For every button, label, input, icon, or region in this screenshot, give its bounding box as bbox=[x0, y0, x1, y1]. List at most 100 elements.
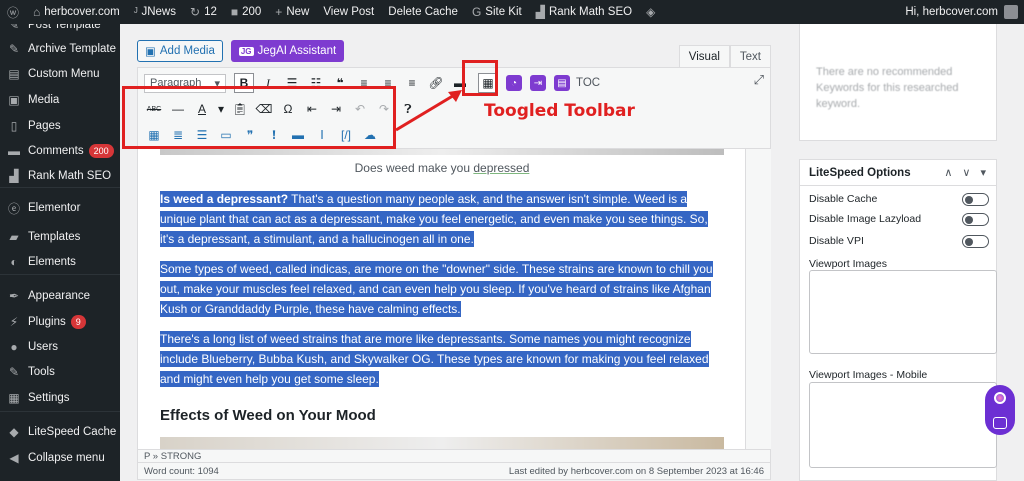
litespeed-panel-header[interactable]: LiteSpeed Options ∧ ∨ ▾ bbox=[800, 160, 996, 186]
caption-link[interactable]: depressed bbox=[473, 161, 529, 175]
count-badge: 200 bbox=[88, 144, 114, 158]
jegai-assistant-button[interactable]: JG JegAI Assistant bbox=[230, 40, 345, 62]
sidebar-item-settings[interactable]: ▦ Settings bbox=[0, 386, 120, 410]
rank-math-link[interactable]: ▟ Rank Math SEO bbox=[529, 0, 639, 24]
keywords-panel: There are no recommended Keywords for th… bbox=[799, 24, 997, 141]
sidebar-item-label: Rank Math SEO bbox=[28, 170, 112, 182]
media-icon: ▣ bbox=[145, 46, 156, 58]
greeting[interactable]: Hi, herbcover.com bbox=[905, 6, 998, 18]
admin-bar: ⓦ ⌂ herbcover.com ᴶ JNews ↻ 12 ■ 200 + New Vi… bbox=[0, 0, 1024, 24]
sidebar-item-post-template[interactable]: ✎ Post Template bbox=[0, 24, 120, 37]
sidebar-item-label: Users bbox=[28, 341, 59, 353]
site-name-link[interactable]: ⌂ herbcover.com bbox=[26, 0, 127, 24]
sidebar-item-elements[interactable]: ◐ Elements bbox=[0, 250, 120, 274]
word-count: Word count: 1094 bbox=[144, 465, 219, 477]
paragraph-1: Is weed a depressant? That's a question … bbox=[160, 191, 708, 247]
editor-scroll-gutter[interactable] bbox=[745, 149, 771, 449]
disable-lazyload-toggle[interactable] bbox=[962, 212, 989, 226]
sidebar-item-custom-menu[interactable]: ▤ Custom Menu bbox=[0, 62, 120, 86]
editor-content[interactable]: Does weed make you depressed Is weed a d… bbox=[137, 149, 745, 449]
jnews-icon: ᴶ bbox=[133, 5, 138, 19]
tool-icon: ✎ bbox=[8, 365, 20, 379]
diamond-link[interactable]: ◈ bbox=[639, 0, 662, 24]
jnews-link[interactable]: ᴶ JNews bbox=[127, 0, 183, 24]
media-icon: ▣ bbox=[8, 93, 20, 107]
terminal-icon: ▤ bbox=[557, 77, 567, 89]
chevron-down-icon[interactable]: ∨ bbox=[962, 166, 970, 179]
refresh-icon: ↻ bbox=[190, 5, 201, 19]
tab-visual[interactable]: Visual bbox=[678, 45, 730, 67]
sidebar-item-comments[interactable]: ▬ Comments 200 bbox=[0, 139, 120, 163]
sidebar-item-rank-math-seo[interactable]: ▟ Rank Math SEO bbox=[0, 164, 120, 188]
sidebar-item-collapse-menu[interactable]: ◀ Collapse menu bbox=[0, 446, 120, 470]
sidebar-item-plugins[interactable]: ⚡ Plugins 9 bbox=[0, 310, 120, 334]
add-media-button[interactable]: ▣ Add Media bbox=[137, 40, 223, 62]
sidebar-item-label: Pages bbox=[28, 120, 61, 132]
brush-icon: ✒ bbox=[8, 289, 20, 303]
avatar[interactable] bbox=[1004, 5, 1018, 19]
last-edited: Last edited by herbcover.com on 8 Septem… bbox=[508, 465, 764, 477]
page-icon: ▯ bbox=[10, 119, 18, 133]
sidebar-item-pages[interactable]: ▯ Pages bbox=[0, 114, 120, 138]
wordpress-logo[interactable]: ⓦ bbox=[0, 0, 26, 24]
viewport-images-textarea[interactable] bbox=[809, 270, 997, 354]
home-icon: ⌂ bbox=[33, 5, 41, 19]
viewport-images-mobile-textarea[interactable] bbox=[809, 382, 997, 468]
keywords-empty-text: There are no recommended Keywords for th… bbox=[816, 66, 959, 110]
caret-down-icon[interactable]: ▾ bbox=[980, 166, 986, 179]
folder-icon: ▰ bbox=[9, 230, 19, 244]
delete-cache-link[interactable]: Delete Cache bbox=[381, 0, 465, 24]
settings-icon: ▦ bbox=[8, 391, 20, 405]
assistant-icon bbox=[994, 391, 1006, 404]
sidebar-item-label: Custom Menu bbox=[28, 68, 100, 80]
disable-cache-label: Disable Cache bbox=[809, 193, 878, 205]
sidebar-item-media[interactable]: ▣ Media bbox=[0, 88, 120, 112]
disable-cache-toggle[interactable] bbox=[962, 192, 989, 206]
wordpress-icon: ⓦ bbox=[7, 5, 20, 20]
sidebar-item-users[interactable]: ● Users bbox=[0, 335, 120, 359]
count-badge: 9 bbox=[70, 315, 86, 329]
sidebar-item-litespeed-cache[interactable]: ◆ LiteSpeed Cache bbox=[0, 420, 120, 444]
sidebar-item-label: Templates bbox=[28, 231, 81, 243]
jegai-toolbar-button[interactable]: ⇥ bbox=[530, 75, 546, 91]
comment-icon: ■ bbox=[230, 5, 239, 19]
disable-vpi-toggle[interactable] bbox=[962, 234, 989, 248]
elements-icon: ◐ bbox=[10, 255, 18, 269]
collapse-icon: ◀ bbox=[9, 451, 19, 465]
sidebar-item-label: Tools bbox=[28, 366, 55, 378]
disable-lazyload-label: Disable Image Lazyload bbox=[809, 213, 922, 225]
sidebar-item-label: Media bbox=[28, 94, 60, 106]
toc-button[interactable]: TOC bbox=[576, 77, 600, 89]
sidebar-item-label: Plugins bbox=[28, 316, 66, 328]
menu-separator bbox=[0, 187, 120, 188]
paragraph-2: Some types of weed, called indicas, are … bbox=[160, 261, 713, 317]
element-path: P » STRONG bbox=[137, 449, 771, 463]
disable-vpi-label: Disable VPI bbox=[809, 235, 864, 247]
google-icon: G bbox=[471, 5, 482, 19]
updates-link[interactable]: ↻ 12 bbox=[183, 0, 224, 24]
chevron-up-icon[interactable]: ∧ bbox=[944, 166, 952, 179]
sidebar-item-label: Elementor bbox=[28, 202, 81, 214]
sidebar-item-tools[interactable]: ✎ Tools bbox=[0, 360, 120, 384]
sidebar-item-label: Elements bbox=[28, 256, 76, 268]
sidebar-item-label: Post Template bbox=[28, 24, 101, 31]
new-link[interactable]: + New bbox=[268, 0, 316, 24]
rank-math-toolbar-button[interactable]: ◔ bbox=[506, 75, 522, 91]
site-kit-link[interactable]: G Site Kit bbox=[465, 0, 529, 24]
view-post-link[interactable]: View Post bbox=[316, 0, 381, 24]
litespeed-options-panel: LiteSpeed Options ∧ ∨ ▾ Disable Cache Di… bbox=[799, 159, 997, 481]
sidebar-item-appearance[interactable]: ✒ Appearance bbox=[0, 284, 120, 308]
jegai-icon: JG bbox=[238, 46, 254, 56]
fullscreen-icon[interactable]: ⤢ bbox=[754, 72, 764, 88]
menu-separator bbox=[0, 274, 120, 275]
sidebar-item-archive-template[interactable]: ✎ Archive Template bbox=[0, 37, 120, 61]
comment-icon: ▬ bbox=[8, 144, 20, 158]
comments-link[interactable]: ■ 200 bbox=[224, 0, 268, 24]
elementor-icon: ⓔ bbox=[7, 201, 20, 216]
sidebar-item-elementor[interactable]: ⓔ Elementor bbox=[0, 196, 120, 220]
floating-assistant-widget[interactable] bbox=[985, 385, 1015, 435]
plug-icon: ⚡ bbox=[9, 315, 19, 329]
shortcode-toolbar-button[interactable]: ▤ bbox=[554, 75, 570, 91]
tab-text[interactable]: Text bbox=[729, 45, 771, 67]
sidebar-item-templates[interactable]: ▰ Templates bbox=[0, 225, 120, 249]
